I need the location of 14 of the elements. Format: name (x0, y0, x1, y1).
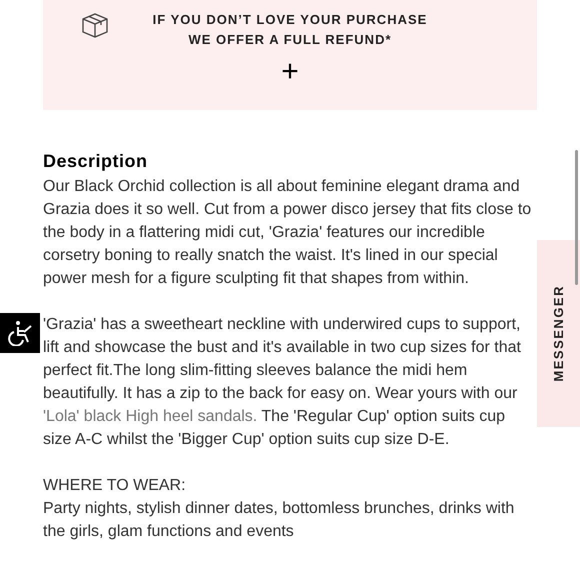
where-to-wear-heading: WHERE TO WEAR: (43, 476, 187, 496)
wheelchair-icon (7, 320, 33, 346)
messenger-tab[interactable]: MESSENGER (537, 240, 580, 427)
description-paragraph: 'Grazia' has a sweetheart neckline with underwired cups to support, lift and showcase the bust and it's available in two cup sizes for that perfect fit.The long slim-fitting sleeves balance the midi hem beautifully. It has a zip to the back for easy on. Wear yours with our 'Lola' black High heel sandals. The 'Regular Cup' option suits cup size A-C whilst the 'Bigger Cup' option suits cup size D-E. (43, 315, 522, 450)
where-to-wear-text: Party nights, stylish dinner dates, bottomless brunches, drinks with the girls, glam functions and events (43, 499, 516, 542)
expand-symbol[interactable]: + (281, 54, 299, 90)
description-heading: Description (43, 150, 149, 172)
refund-banner[interactable]: IF YOU DON’T LOVE YOUR PURCHASE WE OFFER A FULL REFUND* + (43, 0, 537, 110)
scrollbar-thumb[interactable] (575, 150, 578, 285)
sandals-link[interactable]: 'Lola' black High heel sandals. (43, 408, 258, 425)
refund-text: WE OFFER A FULL REFUND* (188, 31, 392, 49)
description-paragraph: Our Black Orchid collection is all about feminine elegant drama and Grazia does it so well. Cut from a power disco jersey that fits close to the body in a flattering midi cut, 'Grazia' features our incredible corsetry boning to really snatch the waist. It's lined in our special power mesh for a figure sculpting fit that shapes from within. (43, 177, 532, 289)
refund-text: IF YOU DON’T LOVE YOUR PURCHASE (152, 11, 428, 29)
accessibility-button[interactable] (0, 313, 40, 353)
